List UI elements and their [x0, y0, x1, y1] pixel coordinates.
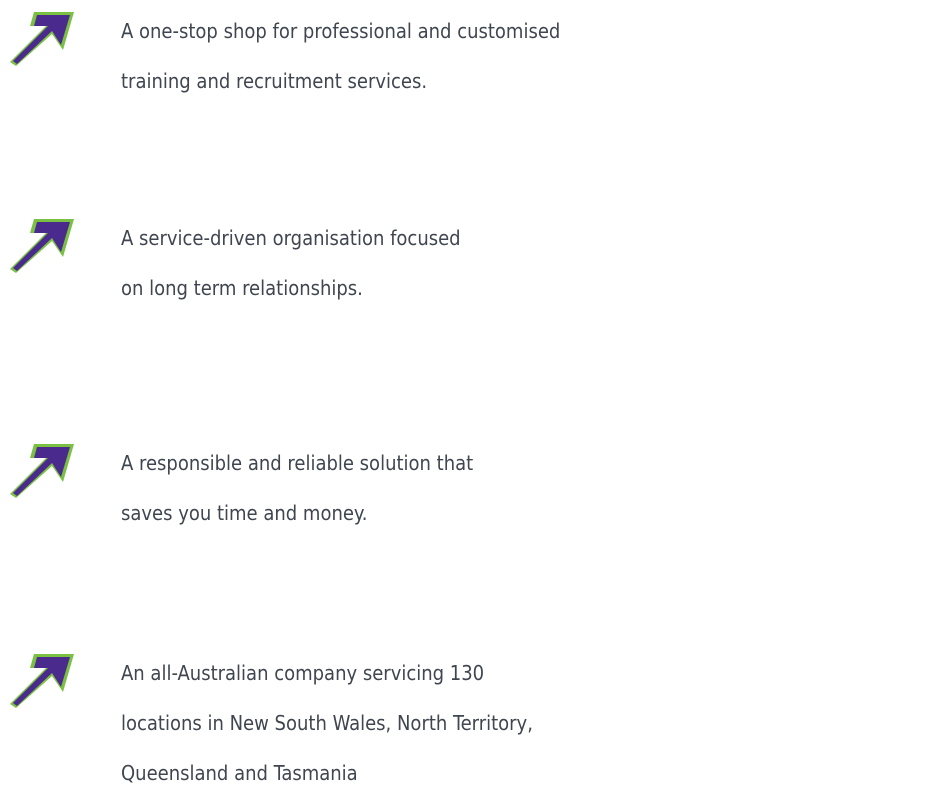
feature-text-line: training and recruitment services.	[121, 69, 428, 93]
feature-text-line: A responsible and reliable solution that	[121, 451, 474, 475]
feature-text: An all-Australian company servicing 130 …	[121, 648, 950, 798]
feature-text: A one-stop shop for professional and cus…	[121, 6, 950, 106]
feature-text: A responsible and reliable solution that…	[121, 438, 950, 538]
diagonal-arrow-icon	[8, 8, 76, 66]
feature-text: A service-driven organisation focused on…	[121, 213, 950, 313]
feature-text-line: Queensland and Tasmania	[121, 761, 358, 785]
feature-text-line: A one-stop shop for professional and cus…	[121, 19, 561, 43]
feature-text-line: An all-Australian company servicing 130	[121, 661, 485, 685]
feature-text-line: on long term relationships.	[121, 276, 363, 300]
diagonal-arrow-icon	[8, 650, 76, 708]
diagonal-arrow-icon	[8, 440, 76, 498]
feature-text-line: A service-driven organisation focused	[121, 226, 461, 250]
feature-text-line: locations in New South Wales, North Terr…	[121, 711, 533, 735]
feature-text-line: saves you time and money.	[121, 501, 368, 525]
diagonal-arrow-icon	[8, 215, 76, 273]
